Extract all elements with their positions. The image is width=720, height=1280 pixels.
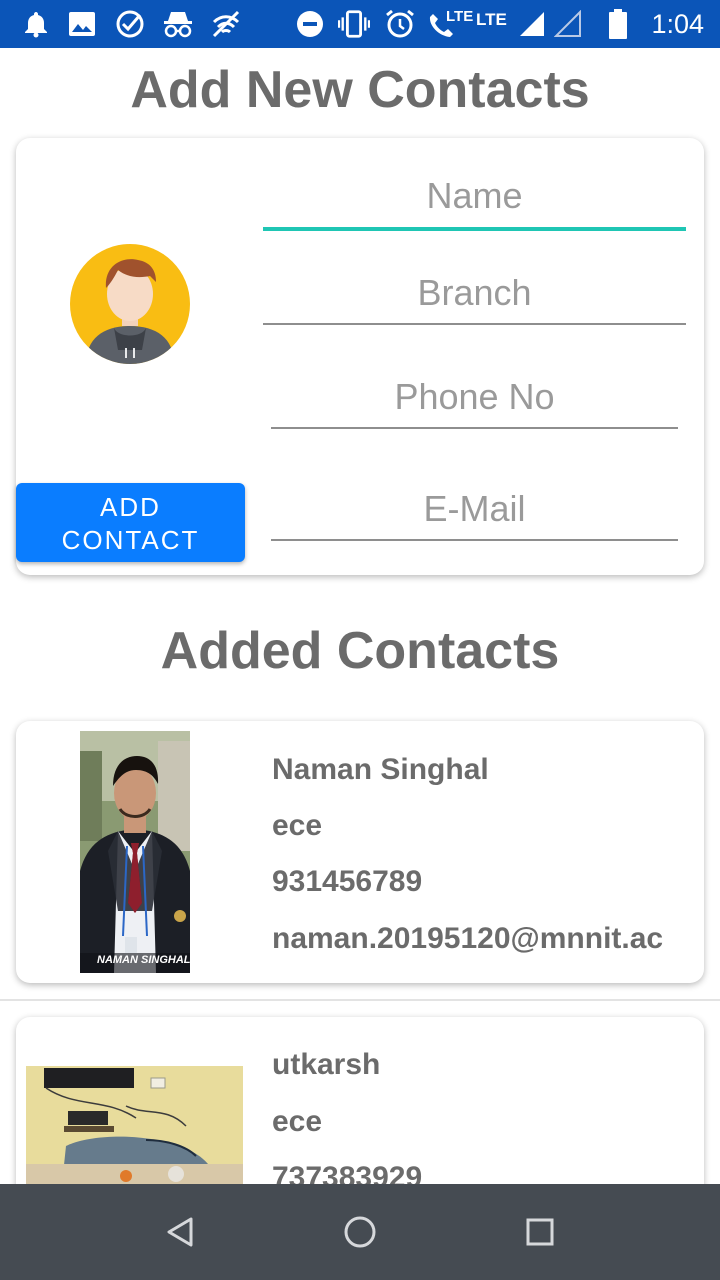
- add-button-label-line2: CONTACT: [61, 525, 200, 555]
- check-badge-icon: [114, 8, 146, 40]
- list-divider: [0, 999, 720, 1001]
- name-field[interactable]: Name: [263, 175, 686, 231]
- do-not-disturb-icon: [294, 8, 326, 40]
- navigation-bar: [0, 1184, 720, 1280]
- contact-email: naman.20195120@mnnit.ac: [272, 922, 664, 955]
- status-bar: LTE LTE 1:04: [0, 0, 720, 48]
- contact-name: utkarsh: [272, 1048, 381, 1081]
- branch-field[interactable]: Branch: [263, 272, 686, 325]
- signal-empty-icon: [552, 8, 584, 40]
- contact-phone: 931456789: [272, 865, 423, 898]
- contact-photo: [26, 1066, 243, 1184]
- image-icon: [66, 8, 98, 40]
- alarm-icon: [384, 8, 416, 40]
- vibrate-icon: [338, 8, 370, 40]
- phone-placeholder: Phone No: [394, 376, 555, 417]
- photo-caption: NAMAN SINGHAL: [97, 954, 190, 966]
- contact-branch: ece: [272, 809, 323, 842]
- battery-icon: [602, 8, 634, 40]
- signal-icon: [516, 8, 548, 40]
- add-contact-button[interactable]: ADD CONTACT: [16, 483, 245, 562]
- contact-name: Naman Singhal: [272, 753, 489, 786]
- recents-icon[interactable]: [510, 1202, 570, 1262]
- contact-photo: NAMAN SINGHAL: [80, 731, 190, 973]
- add-contacts-title: Add New Contacts: [130, 61, 590, 119]
- home-icon[interactable]: [330, 1202, 390, 1262]
- lte-label-1: LTE: [446, 8, 474, 25]
- phone-field[interactable]: Phone No: [271, 376, 678, 429]
- branch-placeholder: Branch: [417, 272, 532, 313]
- contact-branch: ece: [272, 1105, 323, 1138]
- avatar-placeholder[interactable]: [70, 244, 190, 364]
- app-screen: LTE LTE 1:04 Add New Contacts Name Branc…: [0, 0, 720, 1280]
- wireless-off-icon: [210, 8, 242, 40]
- email-placeholder: E-Mail: [423, 488, 526, 529]
- email-field[interactable]: E-Mail: [271, 488, 678, 541]
- status-time: 1:04: [651, 9, 704, 39]
- added-contacts-title: Added Contacts: [160, 622, 560, 680]
- notification-bell-icon: [20, 8, 52, 40]
- back-icon[interactable]: [150, 1202, 210, 1262]
- default-avatar-icon: [70, 244, 190, 364]
- lte-label-2: LTE: [476, 10, 507, 29]
- name-placeholder: Name: [426, 175, 523, 216]
- incognito-icon: [162, 8, 194, 40]
- add-button-label-line1: ADD: [100, 492, 161, 522]
